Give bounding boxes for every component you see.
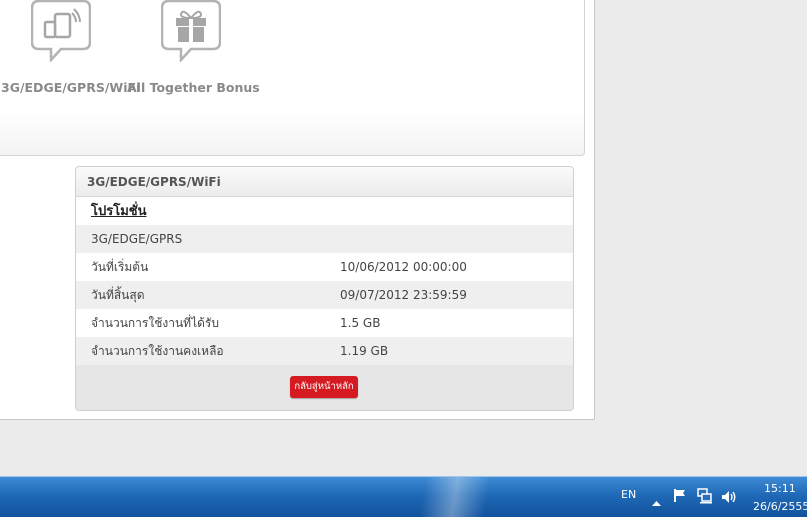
quota-received-label: จำนวนการใช้งานที่ได้รับ [91,316,219,330]
quota-remaining-value: 1.19 GB [340,344,389,358]
tile-label-bonus[interactable]: All Together Bonus [127,80,260,95]
windows-taskbar: EN 15:11 26/6/2555 [0,476,807,517]
phone-wifi-icon[interactable] [30,0,92,64]
table-row: วันที่เริ่มต้น 10/06/2012 00:00:00 [76,253,573,281]
network-icon[interactable] [697,488,713,508]
end-date-label: วันที่สิ้นสุด [91,288,145,302]
table-row: จำนวนการใช้งานที่ได้รับ 1.5 GB [76,309,573,337]
main-content-panel: 3G/EDGE/GPRS/WiFi All Together Bonus 3G/… [0,0,595,420]
card-footer: กลับสู่หน้าหลัก [76,365,573,410]
volume-icon[interactable] [721,489,737,508]
quota-remaining-label: จำนวนการใช้งานคงเหลือ [91,344,224,358]
promotion-title: โปรโมชั่น [76,197,573,225]
table-row: วันที่สิ้นสุด 09/07/2012 23:59:59 [76,281,573,309]
back-to-home-button[interactable]: กลับสู่หน้าหลัก [290,376,358,398]
clock-date[interactable]: 26/6/2555 [753,500,807,513]
gift-icon[interactable] [160,0,222,64]
quota-received-value: 1.5 GB [340,316,381,330]
taskbar-glow [380,477,530,517]
tile-label-wifi[interactable]: 3G/EDGE/GPRS/WiFi [1,80,140,95]
start-date-label: วันที่เริ่มต้น [91,260,149,274]
package-row: 3G/EDGE/GPRS [76,225,573,253]
start-date-value: 10/06/2012 00:00:00 [340,260,467,274]
table-row: จำนวนการใช้งานคงเหลือ 1.19 GB [76,337,573,365]
show-hidden-icons-icon[interactable] [652,492,661,511]
language-indicator[interactable]: EN [621,488,636,501]
action-center-flag-icon[interactable] [673,488,688,507]
package-name: 3G/EDGE/GPRS [91,232,183,246]
clock-time[interactable]: 15:11 [764,482,796,495]
card-header: 3G/EDGE/GPRS/WiFi [76,167,573,197]
service-tiles-box: 3G/EDGE/GPRS/WiFi All Together Bonus [0,0,585,156]
end-date-value: 09/07/2012 23:59:59 [340,288,467,302]
promotion-details-card: 3G/EDGE/GPRS/WiFi โปรโมชั่น 3G/EDGE/GPRS… [75,166,574,411]
